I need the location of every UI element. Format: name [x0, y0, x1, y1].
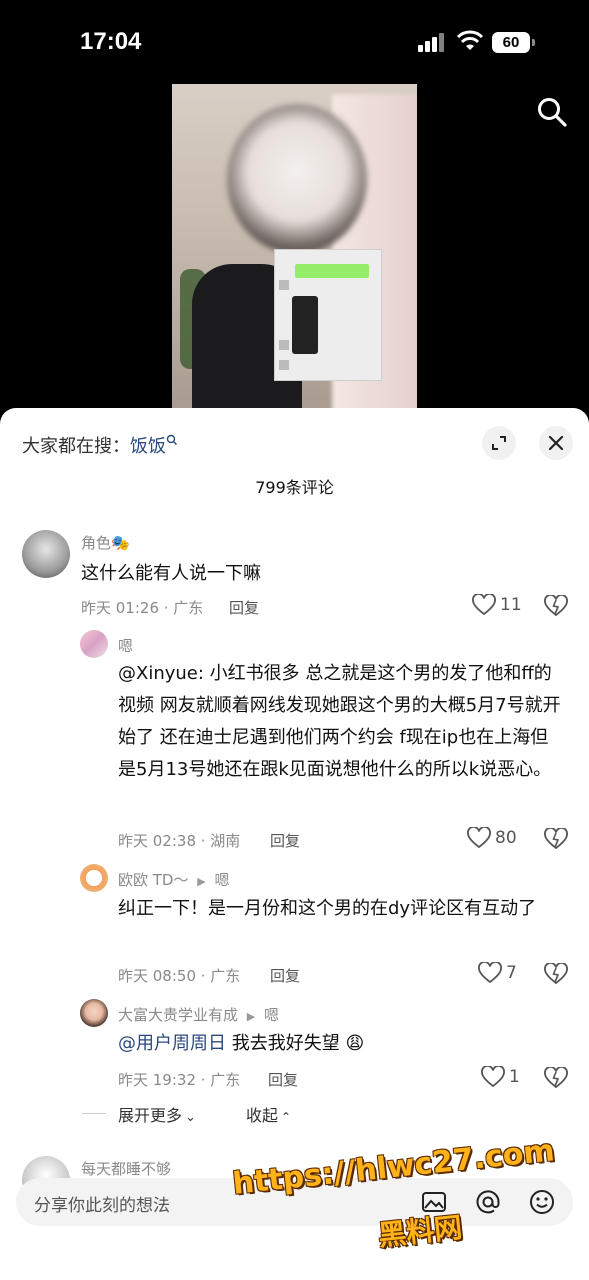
- comment-time-location: 昨天 01:26 · 广东: [81, 599, 204, 617]
- like-count: 11: [500, 595, 522, 615]
- reply-author[interactable]: 大富大贵学业有成 ▶ 嗯: [118, 1004, 279, 1025]
- like-count: 7: [506, 963, 517, 983]
- reply-text-body: 我去我好失望 😩: [226, 1033, 365, 1054]
- expand-more-label: 展开更多: [118, 1106, 183, 1125]
- reply-button[interactable]: 回复: [268, 1069, 298, 1090]
- wifi-icon: [456, 30, 484, 50]
- at-mention-icon[interactable]: [474, 1188, 502, 1216]
- reply-author-name: 欧欧 TD～: [118, 871, 189, 889]
- reply-time-location: 昨天 02:38 · 湖南: [118, 832, 241, 850]
- reply-author-name: 大富大贵学业有成: [118, 1006, 239, 1024]
- reply-to-name: 嗯: [214, 871, 230, 889]
- heart-icon: [478, 962, 502, 984]
- dislike-icon[interactable]: [544, 1067, 568, 1089]
- close-icon: [548, 435, 564, 451]
- chevron-up-icon: ⌃: [281, 1110, 292, 1124]
- expand-icon: [492, 436, 506, 450]
- comment-author[interactable]: 角色🎭: [81, 532, 130, 553]
- hot-search-prefix: 大家都在搜：: [22, 436, 130, 457]
- dislike-icon[interactable]: [544, 595, 568, 617]
- avatar[interactable]: [80, 630, 108, 658]
- heart-icon: [481, 1066, 505, 1088]
- search-small-icon: [166, 434, 177, 445]
- reply-time-location: 昨天 08:50 · 广东: [118, 967, 241, 985]
- heart-icon: [472, 594, 496, 616]
- like-button[interactable]: 80: [467, 827, 517, 849]
- avatar[interactable]: [80, 864, 108, 892]
- reply-arrow-icon: ▶: [197, 875, 206, 888]
- status-bar: 17:04 60: [0, 0, 589, 84]
- reply-arrow-icon: ▶: [246, 1010, 256, 1023]
- like-count: 1: [509, 1067, 520, 1087]
- dislike-icon[interactable]: [544, 963, 568, 985]
- avatar[interactable]: [22, 530, 70, 578]
- hot-search[interactable]: 大家都在搜：饭饭: [22, 432, 178, 458]
- divider: [82, 1113, 106, 1114]
- collapse-label: 收起: [246, 1106, 279, 1125]
- dislike-icon[interactable]: [544, 828, 568, 850]
- like-count: 80: [495, 828, 517, 848]
- battery-indicator: 60: [492, 32, 535, 53]
- emoji-icon[interactable]: [528, 1188, 556, 1216]
- collapse-button[interactable]: 收起 ⌃: [246, 1102, 291, 1126]
- close-button[interactable]: [539, 426, 573, 460]
- reply-time-location: 昨天 19:32 · 广东: [118, 1071, 241, 1089]
- chevron-down-icon: ⌄: [185, 1110, 196, 1125]
- signal-icon: [418, 32, 448, 52]
- expand-more-button[interactable]: 展开更多 ⌄: [118, 1102, 196, 1126]
- comment-author[interactable]: 每天都睡不够: [81, 1158, 171, 1179]
- reply-text: @Xinyue: 小红书很多 总之就是这个男的发了他和ff的视频 网友就顺着网线…: [118, 663, 561, 780]
- hot-search-keyword[interactable]: 饭饭: [130, 436, 166, 457]
- video-player[interactable]: [172, 84, 417, 414]
- reply-author[interactable]: 嗯: [118, 635, 133, 656]
- expand-fullscreen-button[interactable]: [482, 426, 516, 460]
- comment-input-placeholder: 分享你此刻的想法: [34, 1196, 170, 1216]
- reply-text: 纠正一下！是一月份和这个男的在dy评论区有互动了: [118, 898, 537, 919]
- status-time: 17:04: [80, 28, 142, 55]
- reply-text: @用户周周日 我去我好失望 😩: [118, 1028, 563, 1060]
- reply-to-name: 嗯: [264, 1006, 280, 1024]
- video-chat-screenshot: [274, 249, 382, 381]
- like-button[interactable]: 7: [478, 962, 517, 984]
- heart-icon: [467, 827, 491, 849]
- like-button[interactable]: 11: [472, 594, 522, 616]
- user-mention-link[interactable]: @用户周周日: [118, 1033, 226, 1054]
- comment-text: 这什么能有人说一下嘛: [81, 563, 261, 584]
- comments-count: 799条评论: [255, 478, 334, 497]
- reply-button[interactable]: 回复: [229, 597, 259, 618]
- like-button[interactable]: 1: [481, 1066, 520, 1088]
- reply-author[interactable]: 欧欧 TD～ ▶ 嗯: [118, 869, 230, 890]
- reply-button[interactable]: 回复: [270, 830, 300, 851]
- search-icon[interactable]: [536, 96, 568, 128]
- reply-button[interactable]: 回复: [270, 965, 300, 986]
- avatar[interactable]: [80, 999, 108, 1027]
